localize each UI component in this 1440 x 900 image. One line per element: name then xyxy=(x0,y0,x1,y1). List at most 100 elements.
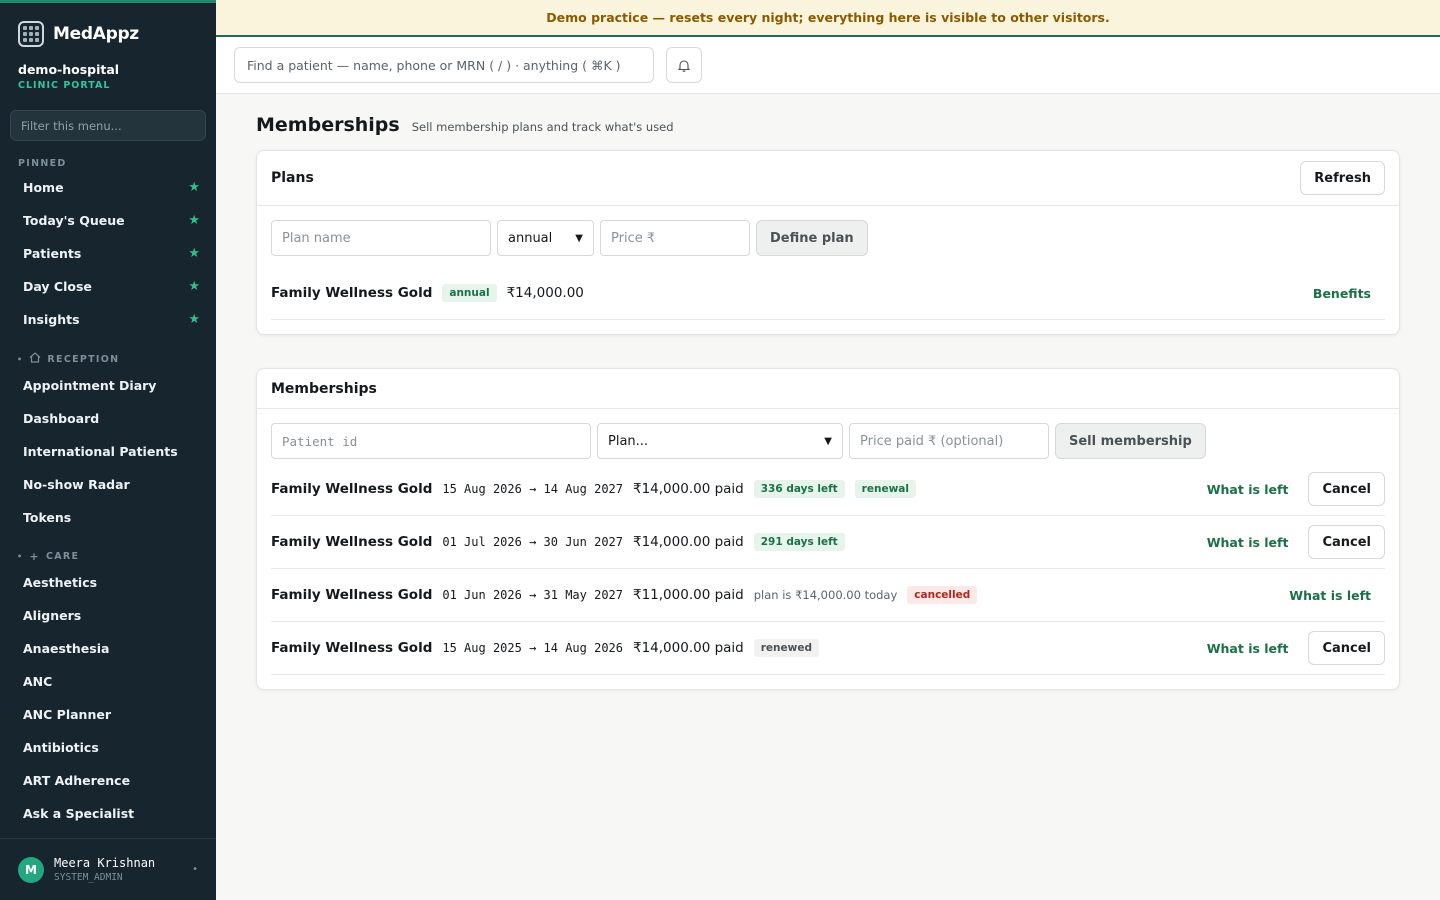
star-icon[interactable]: ★ xyxy=(188,312,200,327)
user-name: Meera Krishnan xyxy=(54,856,156,870)
price-paid-input[interactable]: Price paid ₹ (optional) xyxy=(849,423,1049,459)
membership-price: ₹14,000.00 paid xyxy=(633,640,744,656)
bell-icon xyxy=(678,59,690,72)
plan-price: ₹14,000.00 xyxy=(506,285,584,301)
plans-card-header: Plans Refresh xyxy=(257,151,1399,206)
patient-id-input[interactable]: Patient id xyxy=(271,423,591,459)
membership-dates: 01 Jun 2026 → 31 May 2027 xyxy=(442,588,623,602)
membership-plan-name: Family Wellness Gold xyxy=(271,534,433,550)
reception-list: Appointment Diary Dashboard International … xyxy=(0,369,216,534)
star-icon[interactable]: ★ xyxy=(188,246,200,261)
membership-price: ₹11,000.00 paid xyxy=(633,587,744,603)
membership-row: Family Wellness Gold 01 Jul 2026 → 30 Jun… xyxy=(271,516,1385,569)
sidebar-item[interactable]: Aesthetics xyxy=(0,566,216,599)
sidebar-item[interactable]: Tokens xyxy=(0,501,216,534)
memberships-list: Family Wellness Gold 15 Aug 2026 → 14 Aug… xyxy=(257,463,1399,689)
tenant-info: demo-hospital CLINIC PORTAL xyxy=(0,50,216,91)
cancel-button[interactable]: Cancel xyxy=(1308,631,1385,665)
sell-membership-button[interactable]: Sell membership xyxy=(1055,423,1206,459)
memberships-card-header: Memberships xyxy=(257,369,1399,409)
sidebar-item[interactable]: No-show Radar xyxy=(0,468,216,501)
cancel-button[interactable]: Cancel xyxy=(1308,525,1385,559)
what-is-left-link[interactable]: What is left xyxy=(1207,482,1289,497)
membership-price: ₹14,000.00 paid xyxy=(633,534,744,550)
sidebar-item-label: ANC Planner xyxy=(23,707,111,722)
plan-period-select[interactable]: annual ▼ xyxy=(497,220,594,256)
sidebar-item[interactable]: ANC Planner xyxy=(0,698,216,731)
pinned-label-text: PINNED xyxy=(18,158,67,169)
brand[interactable]: MedAppz xyxy=(0,3,216,50)
page-title: Memberships xyxy=(256,114,400,136)
membership-row: Family Wellness Gold 15 Aug 2026 → 14 Aug… xyxy=(271,463,1385,516)
sidebar-item[interactable]: Patients ★ xyxy=(0,237,216,270)
sidebar-item-label: Ask a Specialist xyxy=(23,806,135,821)
memberships-card: Memberships Patient id Plan... ▼ Price p… xyxy=(256,368,1400,690)
membership-plan-name: Family Wellness Gold xyxy=(271,587,433,603)
status-badge: cancelled xyxy=(907,586,978,604)
pinned-list: Home ★ Today's Queue ★ Patients ★ Day Close ★ In… xyxy=(0,171,216,336)
sidebar-item-label: ART Adherence xyxy=(23,773,131,788)
brand-name: MedAppz xyxy=(53,24,139,44)
what-is-left-link[interactable]: What is left xyxy=(1289,588,1371,603)
user-role: SYSTEM_ADMIN xyxy=(54,872,123,883)
membership-row: Family Wellness Gold 15 Aug 2025 → 14 Aug… xyxy=(271,622,1385,675)
care-section-label[interactable]: • + CARE xyxy=(0,550,216,563)
plan-name-input[interactable]: Plan name xyxy=(271,220,491,256)
care-list: Aesthetics Aligners Anaesthesia ANC ANC Plan… xyxy=(0,566,216,830)
sidebar-item-label: Tokens xyxy=(23,510,72,525)
membership-plan-name: Family Wellness Gold xyxy=(271,640,433,656)
sidebar-item[interactable]: Today's Queue ★ xyxy=(0,204,216,237)
sidebar-item[interactable]: Dashboard xyxy=(0,402,216,435)
plans-title: Plans xyxy=(271,170,314,186)
notifications-button[interactable] xyxy=(666,47,702,83)
sidebar-item[interactable]: Home ★ xyxy=(0,171,216,204)
sidebar-item-label: Anaesthesia xyxy=(23,641,110,656)
refresh-button[interactable]: Refresh xyxy=(1300,161,1385,195)
star-icon[interactable]: ★ xyxy=(188,180,200,195)
what-is-left-link[interactable]: What is left xyxy=(1207,535,1289,550)
sidebar-item[interactable]: Appointment Diary xyxy=(0,369,216,402)
pinned-section-label: PINNED xyxy=(0,158,216,169)
sidebar-item[interactable]: Ask a Specialist xyxy=(0,797,216,830)
sidebar-item[interactable]: Insights ★ xyxy=(0,303,216,336)
sidebar-item[interactable]: Antibiotics xyxy=(0,731,216,764)
sidebar-item[interactable]: International Patients xyxy=(0,435,216,468)
define-plan-button[interactable]: Define plan xyxy=(756,220,868,256)
menu-filter-input[interactable]: Filter this menu... xyxy=(10,110,206,141)
main-area: Demo practice — resets every night; ever… xyxy=(216,0,1440,900)
star-icon[interactable]: ★ xyxy=(188,279,200,294)
membership-price: ₹14,000.00 paid xyxy=(633,481,744,497)
sidebar-item-label: Patients xyxy=(23,246,82,261)
what-is-left-link[interactable]: What is left xyxy=(1207,641,1289,656)
reception-section-label[interactable]: • RECEPTION xyxy=(0,352,216,366)
cancel-button[interactable]: Cancel xyxy=(1308,472,1385,506)
sidebar-item-label: No-show Radar xyxy=(23,477,130,492)
top-bar: Find a patient — name, phone or MRN ( / … xyxy=(216,37,1440,94)
sidebar-item[interactable]: ART Adherence xyxy=(0,764,216,797)
user-menu[interactable]: M Meera Krishnan SYSTEM_ADMIN • xyxy=(0,838,216,900)
plan-actions: Benefits xyxy=(1313,286,1385,301)
sidebar-item[interactable]: ANC xyxy=(0,665,216,698)
sidebar-item-label: Home xyxy=(23,180,64,195)
sidebar-item[interactable]: Aligners xyxy=(0,599,216,632)
sidebar-item[interactable]: Anaesthesia xyxy=(0,632,216,665)
portal-label: CLINIC PORTAL xyxy=(18,80,111,91)
star-icon[interactable]: ★ xyxy=(188,213,200,228)
renewal-badge: renewal xyxy=(854,480,916,498)
collapse-bullet-icon: • xyxy=(17,354,24,364)
plan-price-input[interactable]: Price ₹ xyxy=(600,220,750,256)
benefits-link[interactable]: Benefits xyxy=(1313,286,1371,301)
care-label-text: CARE xyxy=(45,551,80,562)
sidebar-item[interactable]: Day Close ★ xyxy=(0,270,216,303)
plan-period-value: annual xyxy=(508,230,553,246)
tenant-name: demo-hospital xyxy=(18,62,120,77)
plan-select-value: Plan... xyxy=(608,433,649,449)
membership-actions: What is left Cancel xyxy=(1207,472,1385,506)
sidebar-item-label: Today's Queue xyxy=(23,213,125,228)
membership-plan-name: Family Wellness Gold xyxy=(271,481,433,497)
plan-row: Family Wellness Gold annual ₹14,000.00 Bene… xyxy=(271,267,1385,320)
membership-actions: What is left xyxy=(1289,588,1385,603)
avatar: M xyxy=(18,856,44,883)
plan-select[interactable]: Plan... ▼ xyxy=(597,423,843,459)
patient-search-input[interactable]: Find a patient — name, phone or MRN ( / … xyxy=(234,47,654,83)
